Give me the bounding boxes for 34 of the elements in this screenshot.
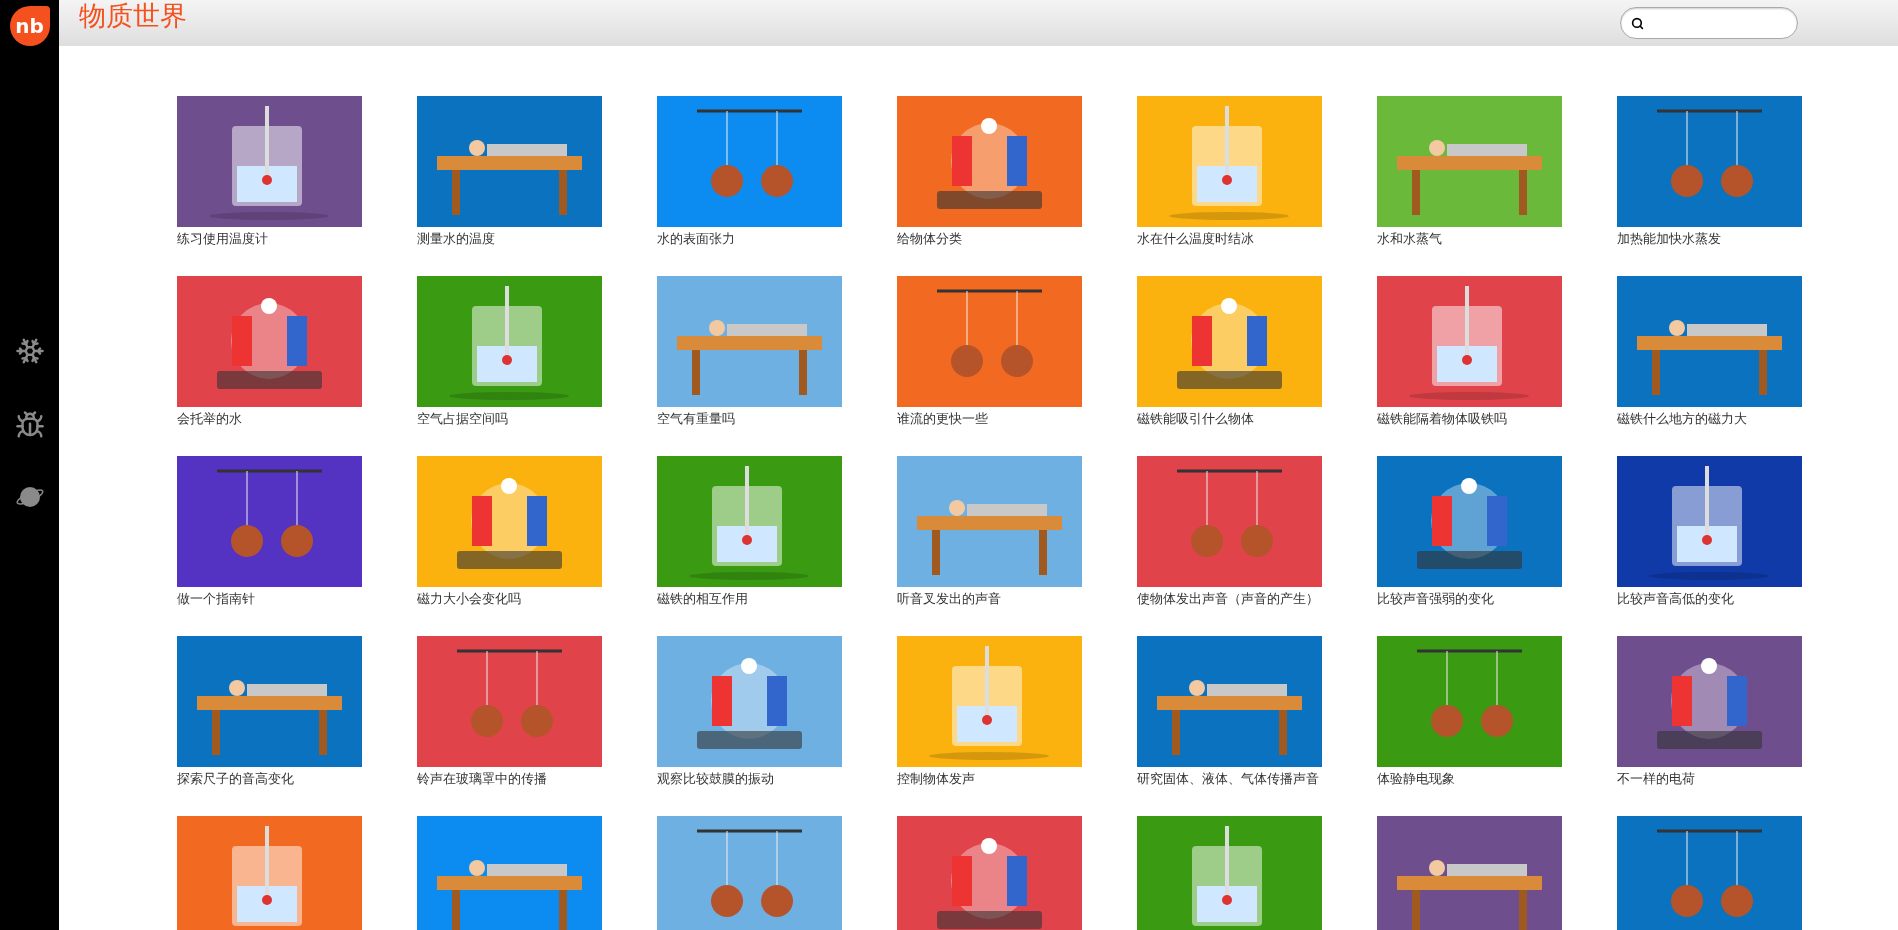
tile-label[interactable]: 水在什么温度时结冰 <box>1137 230 1322 248</box>
tile-label[interactable]: 观察比较鼓膜的振动 <box>657 770 842 788</box>
tile-label[interactable]: 控制物体发声 <box>897 770 1082 788</box>
search-field[interactable] <box>1620 7 1798 39</box>
tile-label[interactable]: 测量水的温度 <box>417 230 602 248</box>
tile-label[interactable]: 磁铁什么地方的磁力大 <box>1617 410 1802 428</box>
tile-label[interactable]: 磁铁能吸引什么物体 <box>1137 410 1322 428</box>
tile-label[interactable]: 体验静电现象 <box>1377 770 1562 788</box>
planet-icon[interactable] <box>14 484 45 510</box>
tile-label[interactable]: 磁铁的相互作用 <box>657 590 842 608</box>
tile-label[interactable]: 不一样的电荷 <box>1617 770 1802 788</box>
tile-label[interactable]: 谁流的更快一些 <box>897 410 1082 428</box>
tile-label[interactable]: 铃声在玻璃罩中的传播 <box>417 770 602 788</box>
tile-label[interactable]: 练习使用温度计 <box>177 230 362 248</box>
bug-icon[interactable] <box>14 410 45 440</box>
tile-label[interactable]: 使物体发出声音（声音的产生） <box>1137 590 1322 608</box>
tile-label[interactable]: 空气有重量吗 <box>657 410 842 428</box>
tile-label[interactable]: 会托举的水 <box>177 410 362 428</box>
tile-label[interactable]: 听音叉发出的声音 <box>897 590 1082 608</box>
tile-label[interactable]: 研究固体、液体、气体传播声音 <box>1137 770 1322 788</box>
page-title: 物质世界 <box>79 0 187 33</box>
tile-label[interactable]: 做一个指南针 <box>177 590 362 608</box>
tile-label[interactable]: 水的表面张力 <box>657 230 842 248</box>
tile-label[interactable]: 空气占据空间吗 <box>417 410 602 428</box>
tile-label[interactable]: 磁铁能隔着物体吸铁吗 <box>1377 410 1562 428</box>
search-icon <box>1631 16 1644 30</box>
tile-label[interactable]: 探索尺子的音高变化 <box>177 770 362 788</box>
tile-label[interactable]: 加热能加快水蒸发 <box>1617 230 1802 248</box>
tile-label[interactable]: 磁力大小会变化吗 <box>417 590 602 608</box>
tile-label[interactable]: 给物体分类 <box>897 230 1082 248</box>
snowflake-icon[interactable] <box>14 336 45 366</box>
tile-label[interactable]: 比较声音强弱的变化 <box>1377 590 1562 608</box>
tile-label[interactable]: 水和水蒸气 <box>1377 230 1562 248</box>
tile-label[interactable]: 比较声音高低的变化 <box>1617 590 1802 608</box>
